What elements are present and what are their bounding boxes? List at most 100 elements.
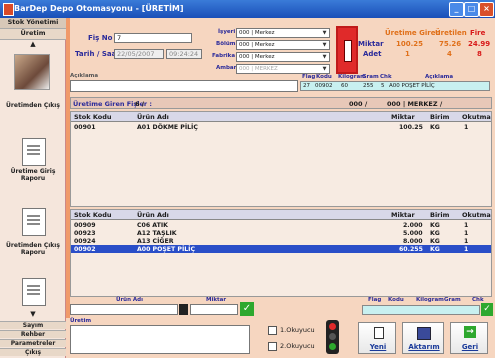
uretim-notes-input[interactable] [70,325,250,354]
cell-miktar: 2.000 [403,222,423,229]
saat-input[interactable]: 09:24:24 [166,49,202,59]
sidebar-bottom-rehber[interactable]: Rehber [0,330,66,338]
col-urun-adi: Ürün Adı [137,211,169,219]
window-title: BarDep Depo Otomasyonu - [ÜRETİM] [14,4,184,13]
cell-birim: KG [430,238,440,245]
cell-urun-adi: A01 DÖKME PİLİÇ [137,124,198,131]
sidebar-item-uretimden-cikis-raporu[interactable]: Üretimden Çıkış Raporu [0,242,66,256]
summary-adet-fire: 8 [477,50,482,58]
sidebar-bottom-sayim[interactable]: Sayım [0,321,66,329]
sidebar-header-stok[interactable]: Stok Yönetimi [0,18,66,29]
tarih-input[interactable]: 22/05/2007 [114,49,164,59]
summary-adet-giren: 1 [405,50,410,58]
cell-stok-kodu: 00924 [74,238,96,245]
cell-urun-adi: C06 ATIK [137,222,168,229]
yeni-button[interactable]: Yeni [358,322,396,354]
col-okutma: Okutma [462,211,491,219]
okuyucu1-checkbox[interactable] [268,326,277,337]
entry-barcode-headers: Flag Kodu Kilogram Gram Chk [360,297,490,305]
maximize-button[interactable]: □ [464,2,479,17]
okuyucu2-checkbox[interactable] [268,342,277,353]
sidebar-item-uretimden-cikis[interactable]: Üretimden Çıkış [0,102,66,109]
new-document-icon [374,327,384,339]
okuyucu2-label: 2.Okuyucu [280,342,315,350]
bolum-select[interactable]: 000 | Merkez ▼ [236,40,330,50]
table-row[interactable]: 00909 C06 ATIK 2.000 KG 1 [71,221,491,229]
aktarim-label: Aktarım [408,343,440,351]
production-photo-icon[interactable] [14,54,50,90]
cell-stok-kodu: 00901 [74,124,96,131]
summary-adet-uretilen: 4 [447,50,452,58]
cell-miktar: 8.000 [403,238,423,245]
summary-col-giren: Üretime Giren [385,29,441,37]
cell-urun-adi: A12 TAŞLIK [137,230,177,237]
summary-miktar-uretilen: 75.26 [439,40,462,48]
table-row[interactable]: 00923 A12 TAŞLIK 5.000 KG 1 [71,229,491,237]
scroll-up-icon[interactable]: ▲ [0,40,66,48]
col-birim: Birim [430,113,450,121]
minimize-button[interactable]: _ [449,2,464,17]
barcode-kodu-header: Kodu [316,74,332,80]
report-icon[interactable] [22,138,46,166]
table-row[interactable]: 00901 A01 DÖKME PİLİÇ 100.25 KG 1 [71,123,491,131]
entry-miktar-input[interactable] [190,304,238,315]
fisler-value-1: 6 / [135,100,145,108]
cell-birim: KG [430,222,440,229]
barcode-confirm-check-icon[interactable]: ✓ [481,303,493,316]
barcode-flag-header: Flag [302,74,316,80]
col-miktar: Miktar [391,113,415,121]
bolum-value: 000 | Merkez [239,42,275,48]
summary-miktar-fire: 24.99 [468,40,491,48]
entry-kilogram-header: Kilogram [416,297,444,303]
geri-button[interactable]: → Geri [450,322,488,354]
isyeri-select[interactable]: 000 | Merkez ▼ [236,28,330,38]
aciklama-input[interactable] [70,80,298,92]
lookup-icon[interactable] [179,304,188,315]
ambar-label: Ambar [216,65,237,71]
sidebar-bottom-parametreler[interactable]: Parametreler [0,339,66,347]
table-row-selected[interactable]: 00902 A00 POŞET PİLİÇ 60.255 KG 1 [71,245,491,253]
entry-gram-header: Gram [444,297,461,303]
sidebar-item-uretime-giris-raporu[interactable]: Üretime Giriş Raporu [0,168,66,182]
fis-no-input[interactable]: 7 [114,33,192,43]
ambar-select[interactable]: 000 | MERKEZ ▼ [236,64,330,74]
ambar-value: 000 | MERKEZ [239,66,278,72]
cell-birim: KG [430,246,440,253]
okuyucu1-label: 1.Okuyucu [280,326,315,334]
sidebar-bottom-cikis[interactable]: Çıkış [0,348,66,356]
aktarim-button[interactable]: Aktarım [402,322,444,354]
sidebar-header-uretim[interactable]: Üretim [0,29,66,40]
report-icon[interactable] [22,278,46,306]
cell-okutma: 1 [464,246,469,253]
entry-urun-input[interactable] [70,304,178,315]
entry-barcode-input[interactable] [362,305,480,315]
summary-miktar-label: Miktar [358,40,384,48]
barcode-flag-value: 27 [303,83,310,89]
col-stok-kodu: Stok Kodu [74,113,112,121]
col-miktar: Miktar [391,211,415,219]
cell-urun-adi: A13 CİĞER [137,238,174,245]
yeni-label: Yeni [369,343,387,351]
scroll-down-icon[interactable]: ▼ [0,310,66,318]
scale-device-icon[interactable] [336,26,358,74]
confirm-check-icon[interactable]: ✓ [240,302,254,316]
chevron-down-icon: ▼ [322,66,327,72]
chevron-down-icon: ▼ [322,54,327,60]
grid-header: Stok Kodu Ürün Adı Miktar Birim Okutma [71,210,491,220]
save-disk-icon [417,327,431,340]
bolum-label: Bölüm [216,41,236,47]
cell-birim: KG [430,124,440,131]
entry-flag-header: Flag [368,297,382,303]
entry-urun-adi-label: Ürün Adı [116,297,144,303]
title-bar: BarDep Depo Otomasyonu - [ÜRETİM] _ □ × [0,0,495,18]
barcode-kodu-value: 00902 [315,83,333,89]
report-icon[interactable] [22,208,46,236]
aciklama-label: Açıklama [70,73,99,79]
close-button[interactable]: × [479,2,494,17]
col-okutma: Okutma [462,113,491,121]
fisler-value-2: 000 / [349,100,368,108]
table-row[interactable]: 00924 A13 CİĞER 8.000 KG 1 [71,237,491,245]
barcode-chk-value: 5 [381,83,385,89]
exit-door-icon: → [464,326,476,338]
fabrika-select[interactable]: 000 | Merkez ▼ [236,52,330,62]
